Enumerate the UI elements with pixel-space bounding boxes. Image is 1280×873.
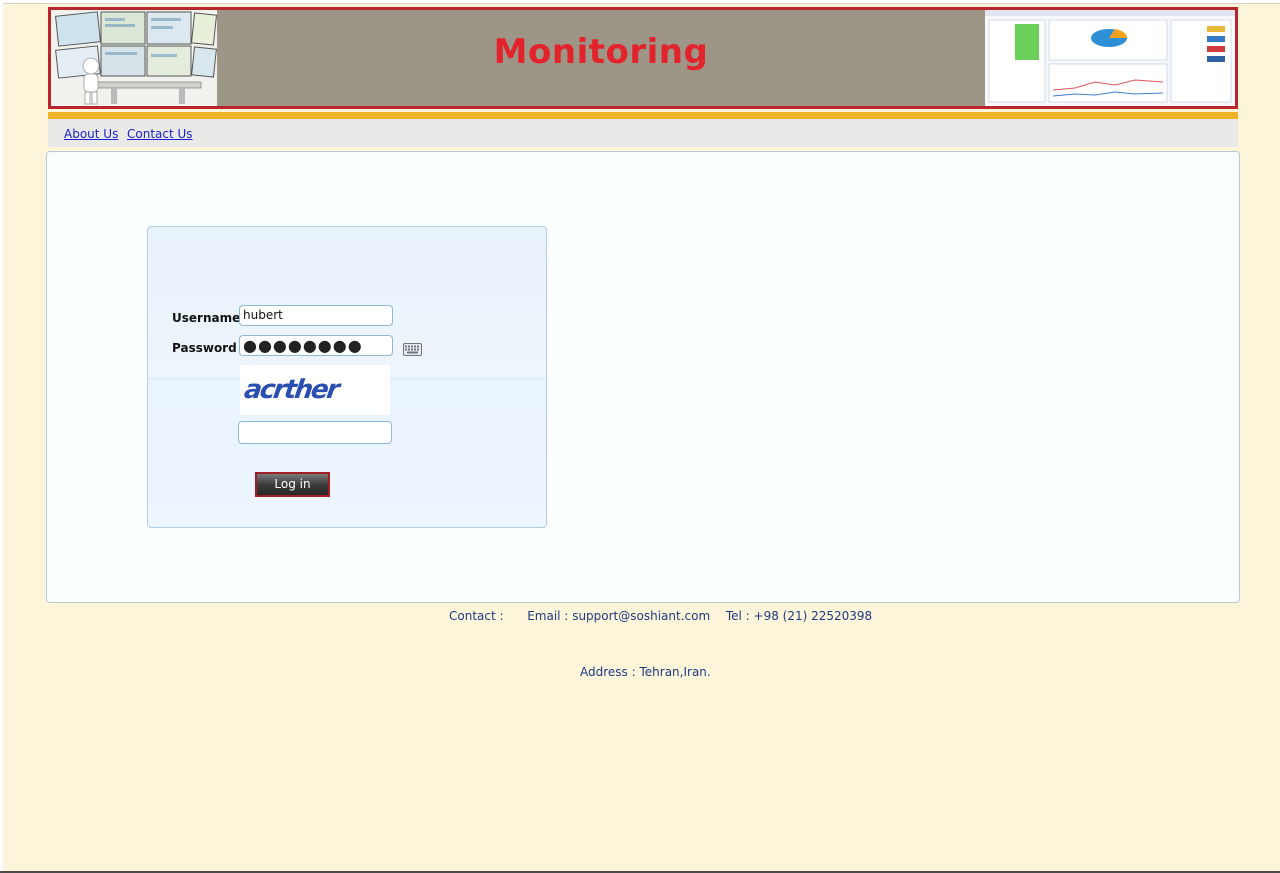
- footer-contact-line: Contact : Email : support@soshiant.com T…: [449, 609, 872, 623]
- footer-email: support@soshiant.com: [572, 609, 711, 623]
- top-nav: About Us Contact Us: [48, 119, 1238, 147]
- main-panel: Username hubert Password ●●●●●●●● acrthe…: [46, 151, 1240, 603]
- footer-address-label: Address :: [580, 665, 636, 679]
- password-label: Password: [172, 341, 237, 355]
- page-left-edge: [0, 0, 3, 873]
- nav-link-about-us[interactable]: About Us: [64, 127, 118, 141]
- footer-address-line: Address : Tehran,Iran.: [580, 665, 711, 679]
- page-top-rule: [0, 0, 1280, 4]
- nav-link-contact-us[interactable]: Contact Us: [127, 127, 193, 141]
- page-title: Monitoring: [493, 32, 709, 72]
- accent-bar: [48, 112, 1238, 119]
- username-input[interactable]: hubert: [239, 305, 393, 326]
- username-label: Username: [172, 311, 241, 325]
- captcha-input[interactable]: [238, 421, 392, 444]
- captcha-image: acrther: [240, 365, 390, 415]
- footer-tel: +98 (21) 22520398: [753, 609, 873, 623]
- footer-address: Tehran,Iran.: [639, 665, 711, 679]
- footer-contact-label: Contact :: [449, 609, 504, 623]
- footer-tel-label: Tel :: [725, 609, 750, 623]
- dashboard-screenshot-thumbnail: [985, 10, 1235, 106]
- virtual-keyboard-icon[interactable]: [403, 341, 422, 356]
- operator-monitors-illustration: [51, 10, 218, 106]
- header-banner: Monitoring: [48, 7, 1238, 109]
- login-form: Username hubert Password ●●●●●●●● acrthe…: [147, 226, 547, 528]
- footer-email-label: Email :: [527, 609, 569, 623]
- password-input[interactable]: ●●●●●●●●: [239, 335, 393, 356]
- login-button[interactable]: Log in: [255, 472, 330, 497]
- captcha-text: acrther: [242, 375, 343, 405]
